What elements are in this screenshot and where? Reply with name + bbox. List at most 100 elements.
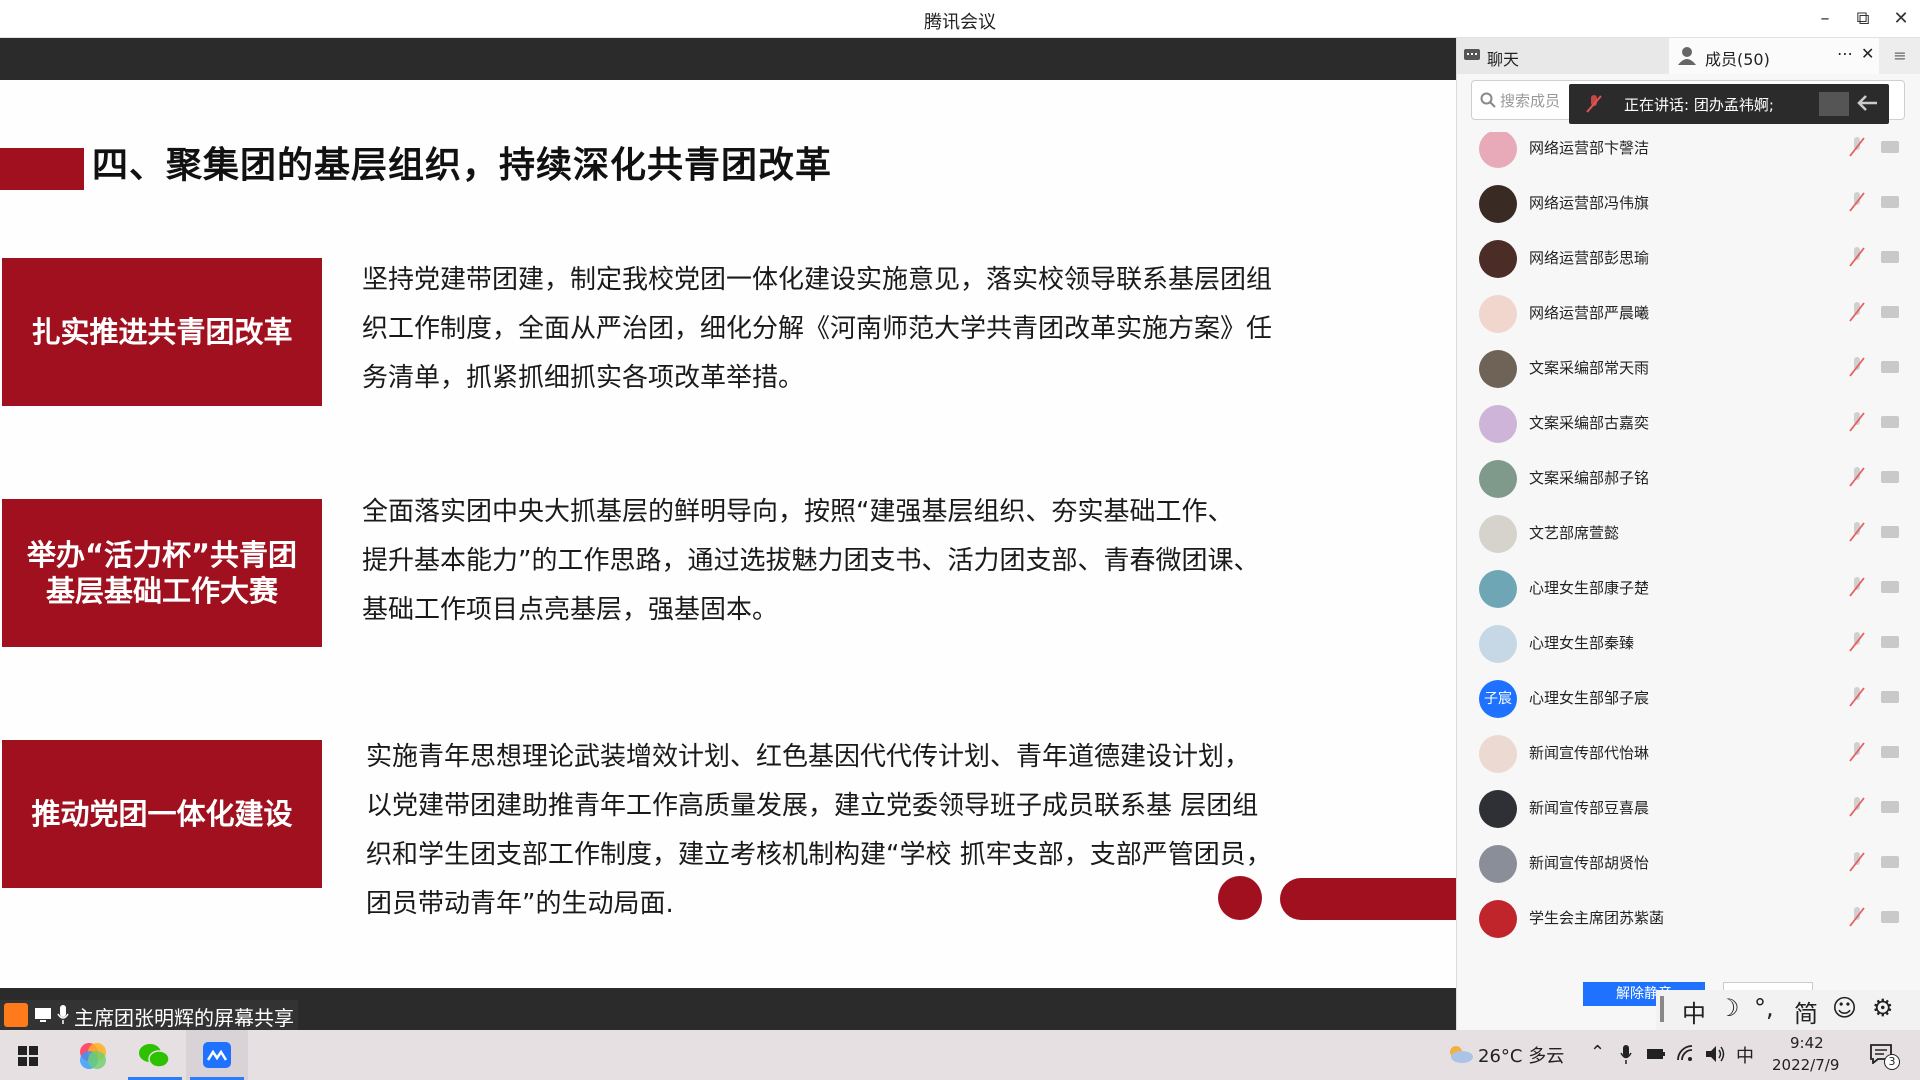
member-name: 学生会主席团苏紫菡 xyxy=(1529,909,1665,927)
member-row[interactable]: 子宸 心理女生部邹子宸 xyxy=(1457,672,1920,727)
mic-muted-icon[interactable] xyxy=(1849,629,1865,655)
slide: 四、聚集团的基层组织，持续深化共青团改革 扎实推进共青团改革 坚持党建带团建，制… xyxy=(0,80,1456,988)
clock-time[interactable]: 9:42 xyxy=(1790,1034,1824,1052)
member-row[interactable]: 心理女生部秦臻 xyxy=(1457,617,1920,672)
chat-icon xyxy=(1464,49,1480,60)
person-icon xyxy=(1678,47,1696,65)
member-name: 新闻宣传部胡贤怡 xyxy=(1529,854,1650,872)
mic-muted-icon[interactable] xyxy=(1849,794,1865,820)
avatar xyxy=(1479,350,1517,388)
ime-lang-toggle[interactable]: 中 xyxy=(1682,994,1706,1029)
mic-muted-icon[interactable] xyxy=(1849,849,1865,875)
heading-accent-block xyxy=(0,148,84,190)
member-row[interactable]: 文案采编部古嘉奕 xyxy=(1457,397,1920,452)
avatar xyxy=(1479,570,1517,608)
mic-muted-icon[interactable] xyxy=(1849,574,1865,600)
camera-off-icon[interactable] xyxy=(1881,526,1899,538)
camera-off-icon[interactable] xyxy=(1881,361,1899,373)
camera-off-icon[interactable] xyxy=(1881,911,1899,923)
restore-icon[interactable]: ⧉ xyxy=(1848,4,1878,34)
user-icon xyxy=(4,1003,28,1027)
mic-muted-icon[interactable] xyxy=(1849,134,1865,160)
mic-muted-icon[interactable] xyxy=(1849,299,1865,325)
windows-start-icon[interactable] xyxy=(18,1046,38,1066)
member-row[interactable]: 心理女生部康子楚 xyxy=(1457,562,1920,617)
tab-members[interactable]: 成员(50) ⋯ ✕ xyxy=(1669,38,1879,74)
chevron-up-icon[interactable]: ⌃ xyxy=(1590,1042,1605,1063)
back-arrow-icon[interactable] xyxy=(1857,94,1879,112)
avatar xyxy=(1479,405,1517,443)
camera-off-icon[interactable] xyxy=(1881,196,1899,208)
mic-muted-icon[interactable] xyxy=(1849,519,1865,545)
wifi-icon[interactable] xyxy=(1676,1044,1696,1062)
close-icon[interactable]: ✕ xyxy=(1886,4,1916,34)
menu-icon[interactable]: ≡ xyxy=(1879,38,1920,74)
unpin-icon[interactable] xyxy=(1819,92,1849,116)
member-name: 文艺部席萱懿 xyxy=(1529,524,1620,542)
window-title: 腾讯会议 xyxy=(924,12,996,33)
more-icon[interactable]: ⋯ xyxy=(1837,44,1853,63)
member-row[interactable]: 网络运营部严晨曦 xyxy=(1457,287,1920,342)
topic-box-1: 扎实推进共青团改革 xyxy=(2,258,322,406)
mic-muted-icon[interactable] xyxy=(1849,244,1865,270)
moon-icon[interactable]: ☽ xyxy=(1718,994,1740,1022)
mic-muted-icon[interactable] xyxy=(1849,189,1865,215)
camera-off-icon[interactable] xyxy=(1881,801,1899,813)
member-row[interactable]: 网络运营部彭思瑜 xyxy=(1457,232,1920,287)
member-row[interactable]: 网络运营部冯伟旗 xyxy=(1457,177,1920,232)
member-row[interactable]: 网络运营部卞謦洁 xyxy=(1457,132,1920,177)
mic-muted-icon[interactable] xyxy=(1849,354,1865,380)
member-row[interactable]: 文案采编部郝子铭 xyxy=(1457,452,1920,507)
search-placeholder: 搜索成员 xyxy=(1500,92,1561,110)
member-name: 新闻宣传部豆喜晨 xyxy=(1529,799,1650,817)
volume-icon[interactable] xyxy=(1704,1044,1726,1064)
tencent-meeting-icon xyxy=(203,1042,231,1068)
mic-muted-icon[interactable] xyxy=(1849,464,1865,490)
member-row[interactable]: 学生会主席团苏紫菡 xyxy=(1457,892,1920,947)
camera-off-icon[interactable] xyxy=(1881,141,1899,153)
member-row[interactable]: 文案采编部常天雨 xyxy=(1457,342,1920,397)
screen-share-indicator[interactable]: 主席团张明辉的屏幕共享 xyxy=(0,1000,298,1030)
avatar xyxy=(1479,295,1517,333)
notification-center[interactable]: 3 xyxy=(1866,1042,1906,1072)
mic-muted-icon[interactable] xyxy=(1849,684,1865,710)
taskbar-app-tencent-meeting[interactable] xyxy=(186,1030,248,1080)
camera-off-icon[interactable] xyxy=(1881,581,1899,593)
screen-share-label: 主席团张明辉的屏幕共享 xyxy=(74,1006,294,1030)
ime-punct-toggle[interactable]: °, xyxy=(1754,994,1774,1022)
camera-off-icon[interactable] xyxy=(1881,691,1899,703)
mic-muted-icon[interactable] xyxy=(1849,739,1865,765)
taskbar-app-wechat[interactable] xyxy=(124,1030,186,1080)
settings-icon[interactable]: ⚙ xyxy=(1872,994,1894,1022)
battery-icon[interactable] xyxy=(1646,1048,1666,1060)
tab-chat[interactable]: 聊天 xyxy=(1457,38,1669,74)
mic-icon[interactable] xyxy=(1620,1044,1632,1066)
close-panel-icon[interactable]: ✕ xyxy=(1861,44,1874,63)
camera-off-icon[interactable] xyxy=(1881,636,1899,648)
avatar xyxy=(1479,240,1517,278)
camera-off-icon[interactable] xyxy=(1881,251,1899,263)
avatar xyxy=(1479,185,1517,223)
camera-off-icon[interactable] xyxy=(1881,416,1899,428)
taskbar: 26°C 多云 ⌃ 中 9:42 2022/7/9 3 xyxy=(0,1030,1920,1080)
taskbar-app-photos[interactable] xyxy=(62,1030,124,1080)
camera-off-icon[interactable] xyxy=(1881,471,1899,483)
member-row[interactable]: 文艺部席萱懿 xyxy=(1457,507,1920,562)
mic-muted-icon[interactable] xyxy=(1849,904,1865,930)
mic-muted-icon[interactable] xyxy=(1849,409,1865,435)
member-row[interactable]: 新闻宣传部代怡琳 xyxy=(1457,727,1920,782)
ime-indicator[interactable]: 中 xyxy=(1736,1042,1754,1068)
mic-icon xyxy=(57,1005,69,1024)
camera-off-icon[interactable] xyxy=(1881,746,1899,758)
ime-drag-handle[interactable] xyxy=(1660,996,1664,1022)
member-row[interactable]: 新闻宣传部胡贤怡 xyxy=(1457,837,1920,892)
camera-off-icon[interactable] xyxy=(1881,856,1899,868)
speaking-indicator: 正在讲话: 团办孟祎婀; xyxy=(1569,84,1889,124)
member-row[interactable]: 新闻宣传部豆喜晨 xyxy=(1457,782,1920,837)
weather-text[interactable]: 26°C 多云 xyxy=(1478,1042,1564,1068)
camera-off-icon[interactable] xyxy=(1881,306,1899,318)
ime-simplified-toggle[interactable]: 简 xyxy=(1794,994,1818,1029)
minimize-icon[interactable]: – xyxy=(1810,4,1840,34)
emoji-icon[interactable]: ☺ xyxy=(1832,994,1857,1022)
clock-date[interactable]: 2022/7/9 xyxy=(1772,1056,1839,1074)
